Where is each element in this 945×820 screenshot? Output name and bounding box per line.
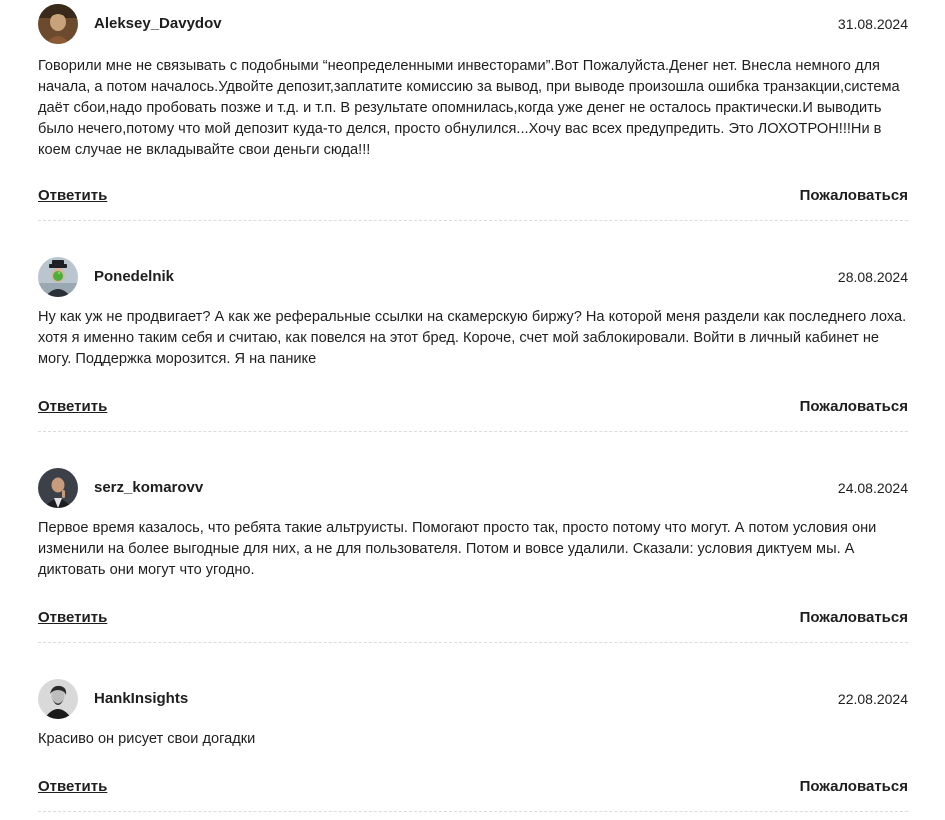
- comment-header: Aleksey_Davydov 31.08.2024: [38, 4, 908, 44]
- avatar[interactable]: [38, 679, 78, 719]
- comment-text: Красиво он рисует свои догадки: [38, 731, 256, 747]
- user-photo-icon: [38, 257, 78, 297]
- comment-author[interactable]: serz_komarovv: [94, 479, 203, 496]
- reply-link[interactable]: Ответить: [38, 187, 107, 204]
- comment-text: Говорили мне не связывать с подобными “н…: [38, 58, 900, 158]
- comment-author[interactable]: Ponedelnik: [94, 268, 174, 285]
- comment-date: 31.08.2024: [837, 16, 908, 32]
- avatar[interactable]: [38, 468, 78, 508]
- comment-text: Ну как уж не продвигает? А как же рефера…: [38, 309, 907, 367]
- user-photo-icon: [38, 4, 78, 44]
- user-photo-icon: [38, 468, 78, 508]
- comment-header: HankInsights 22.08.2024: [38, 679, 908, 719]
- comment-date: 22.08.2024: [837, 691, 908, 707]
- comment-author[interactable]: Aleksey_Davydov: [94, 15, 222, 32]
- comment-header: Ponedelnik 28.08.2024: [38, 257, 908, 297]
- reply-link[interactable]: Ответить: [38, 398, 107, 415]
- reply-link[interactable]: Ответить: [38, 609, 107, 626]
- user-photo-icon: [38, 679, 78, 719]
- comment-divider: [38, 431, 908, 432]
- comment-divider: [38, 642, 908, 643]
- comment-date: 24.08.2024: [837, 480, 908, 496]
- comment-header: serz_komarovv 24.08.2024: [38, 468, 908, 508]
- comment-divider: [38, 811, 908, 812]
- avatar[interactable]: [38, 257, 78, 297]
- comment-author[interactable]: HankInsights: [94, 690, 188, 707]
- report-link[interactable]: Пожаловаться: [800, 609, 908, 626]
- avatar[interactable]: [38, 4, 78, 44]
- comment-divider: [38, 220, 908, 221]
- report-link[interactable]: Пожаловаться: [800, 398, 908, 415]
- comment-date: 28.08.2024: [837, 269, 908, 285]
- comment-text: Первое время казалось, что ребята такие …: [38, 520, 877, 578]
- report-link[interactable]: Пожаловаться: [800, 187, 908, 204]
- report-link[interactable]: Пожаловаться: [800, 778, 908, 795]
- reply-link[interactable]: Ответить: [38, 778, 107, 795]
